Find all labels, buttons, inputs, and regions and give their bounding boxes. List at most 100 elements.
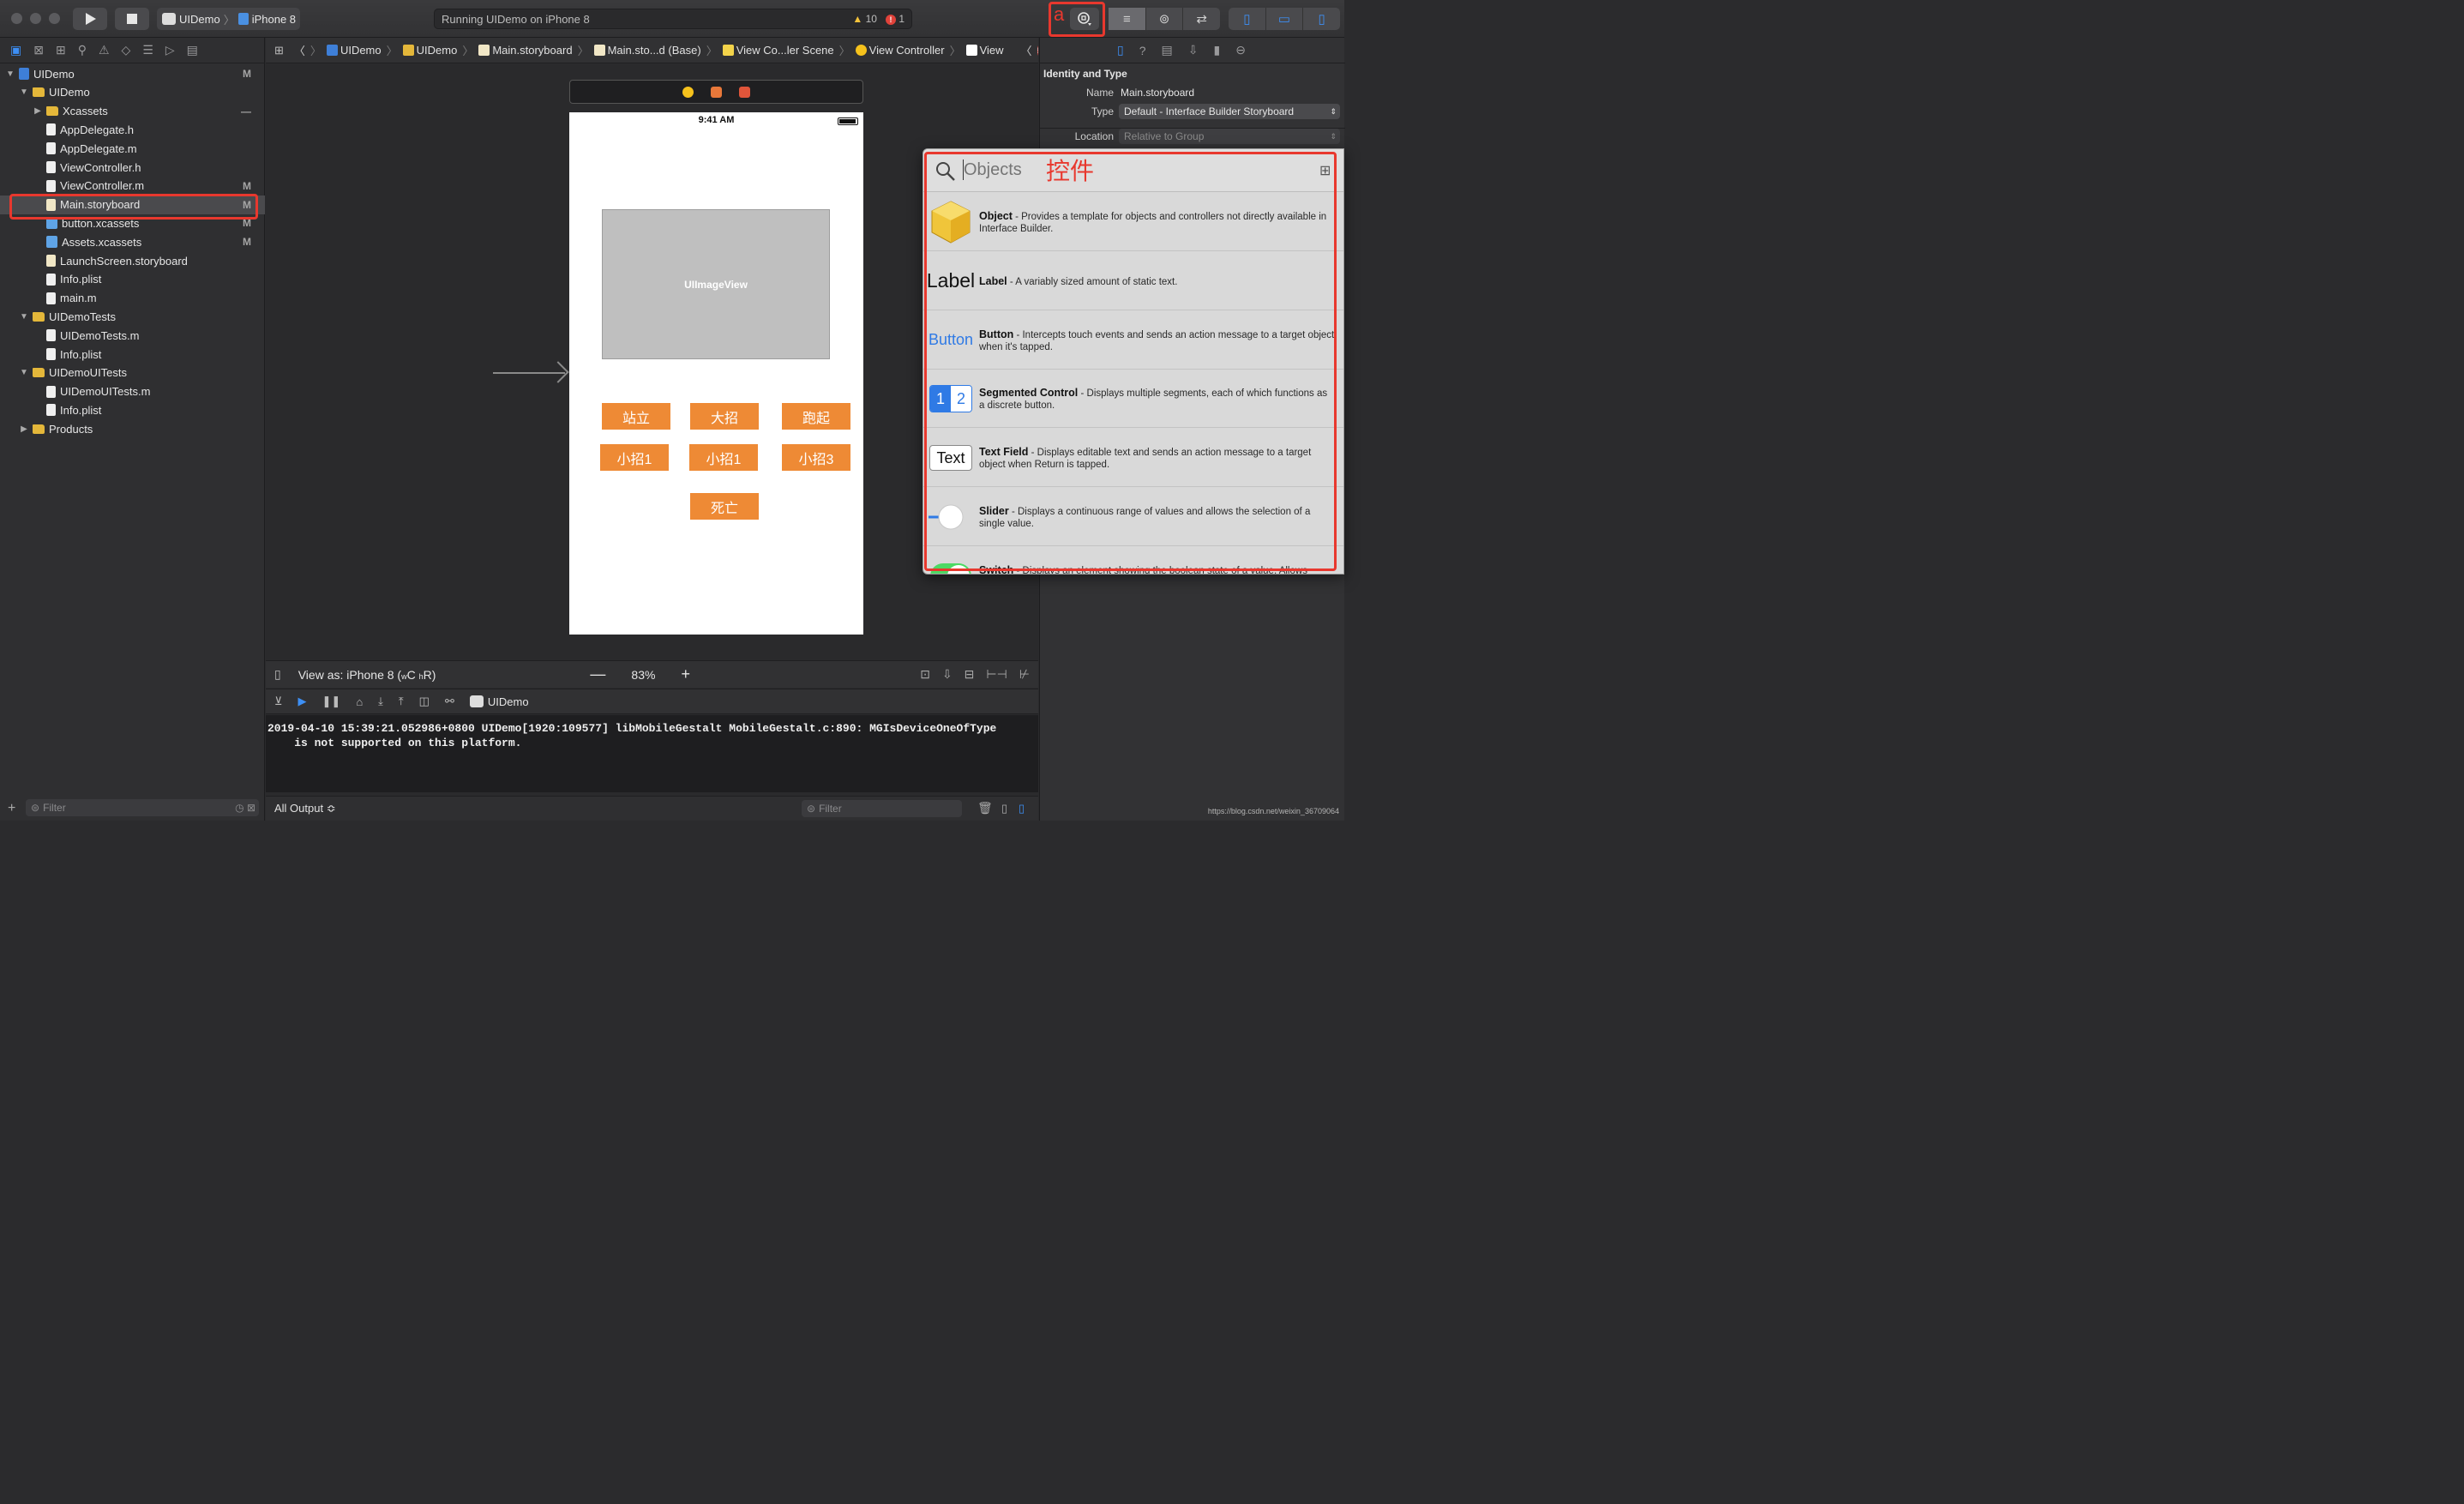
view-debugger-icon[interactable]: ◫ bbox=[419, 695, 430, 708]
toggle-navigator-button[interactable]: ▯ bbox=[1229, 8, 1266, 30]
file-tree-row[interactable]: AppDelegate.h bbox=[0, 120, 265, 139]
debug-tab-icon[interactable]: ☰ bbox=[142, 43, 153, 57]
close-window-button[interactable] bbox=[11, 13, 22, 24]
add-icon[interactable]: + bbox=[8, 801, 15, 816]
file-tree-row[interactable]: ▶ Products bbox=[0, 419, 265, 438]
split-left-icon[interactable]: ▯ bbox=[1001, 802, 1007, 815]
library-item[interactable]: Switch - Displays an element showing the… bbox=[923, 547, 1343, 574]
add-constraints-icon[interactable]: ⊢⊣ bbox=[986, 667, 1007, 682]
file-tree-row[interactable]: AppDelegate.m bbox=[0, 139, 265, 158]
breakpoint-tab-icon[interactable]: ▷ bbox=[165, 43, 175, 57]
disclosure-expanded-icon[interactable]: ▼ bbox=[19, 368, 29, 377]
forward-button[interactable]: 〉 bbox=[310, 42, 322, 58]
issue-tab-icon[interactable]: ⚠ bbox=[99, 43, 110, 57]
step-into-icon[interactable]: ⤓ bbox=[378, 695, 383, 708]
small-skill-2-button[interactable]: 小招1 bbox=[689, 444, 758, 471]
file-tree-row[interactable]: ▶ Xcassets — bbox=[0, 102, 265, 121]
jump-item-group[interactable]: UIDemo bbox=[402, 44, 457, 57]
jump-item-project[interactable]: UIDemo bbox=[326, 44, 382, 57]
file-tree-row[interactable]: UIDemoTests.m bbox=[0, 326, 265, 345]
name-value[interactable]: Main.storyboard bbox=[1121, 87, 1194, 99]
minimize-window-button[interactable] bbox=[30, 13, 41, 24]
attributes-inspector-icon[interactable]: ⇩ bbox=[1188, 43, 1199, 57]
disclosure-collapsed-icon[interactable]: ▶ bbox=[19, 424, 29, 434]
run-button[interactable]: 跑起 bbox=[782, 403, 850, 430]
death-button[interactable]: 死亡 bbox=[690, 493, 759, 520]
stand-button[interactable]: 站立 bbox=[602, 403, 670, 430]
jump-item-view[interactable]: View bbox=[965, 44, 1004, 57]
zoom-out-button[interactable]: — bbox=[590, 665, 605, 683]
library-item[interactable]: Slider - Displays a continuous range of … bbox=[923, 488, 1343, 546]
identity-inspector-icon[interactable]: ▤ bbox=[1162, 43, 1173, 57]
step-over-icon[interactable]: ⌂ bbox=[356, 695, 363, 708]
file-tree-row[interactable]: ▼ UIDemo bbox=[0, 83, 265, 102]
assistant-editor-button[interactable]: ⊚ bbox=[1146, 8, 1184, 30]
grid-view-icon[interactable]: ⊞ bbox=[1319, 162, 1331, 179]
library-search-input[interactable] bbox=[964, 159, 1041, 181]
library-item[interactable]: Object - Provides a template for objects… bbox=[923, 193, 1343, 251]
update-frames-icon[interactable]: ⊡ bbox=[920, 667, 930, 682]
file-tree-row[interactable]: ▼ UIDemoUITests bbox=[0, 364, 265, 382]
split-right-icon[interactable]: ▯ bbox=[1019, 802, 1025, 815]
folder-tab-icon[interactable]: ▣ bbox=[10, 43, 21, 57]
jump-item-scene[interactable]: View Co...ler Scene bbox=[722, 44, 834, 57]
type-popup[interactable]: Default - Interface Builder Storyboard ⇕ bbox=[1119, 104, 1340, 119]
memory-graph-icon[interactable]: ⚯ bbox=[445, 695, 454, 708]
file-tree-row[interactable]: Info.plist bbox=[0, 270, 265, 289]
scheme-selector[interactable]: UIDemo 〉 iPhone 8 bbox=[157, 8, 300, 30]
image-view[interactable]: UIImageView bbox=[602, 209, 830, 359]
exit-icon[interactable] bbox=[739, 86, 750, 98]
connections-inspector-icon[interactable]: ⊖ bbox=[1235, 43, 1246, 57]
library-item[interactable]: Label Label - A variably sized amount of … bbox=[923, 252, 1343, 310]
location-popup[interactable]: Relative to Group ⇕ bbox=[1119, 129, 1340, 144]
recent-files-icon[interactable]: ◷ ⊠ bbox=[235, 802, 255, 814]
file-tree-row[interactable]: main.m bbox=[0, 289, 265, 308]
zoom-in-button[interactable]: + bbox=[681, 665, 690, 683]
jump-item-controller[interactable]: View Controller bbox=[855, 44, 945, 57]
file-tree-row[interactable]: Assets.xcassets M bbox=[0, 232, 265, 251]
source-control-tab-icon[interactable]: ⊠ bbox=[33, 43, 44, 57]
align-icon[interactable]: ⊟ bbox=[965, 667, 975, 682]
file-tree-row[interactable]: Info.plist bbox=[0, 345, 265, 364]
warning-indicator[interactable]: ▲ 10 bbox=[852, 13, 877, 25]
file-tree-row[interactable]: ▼ UIDemoTests bbox=[0, 307, 265, 326]
file-tree-row[interactable]: ViewController.m M bbox=[0, 177, 265, 196]
stop-button[interactable] bbox=[115, 8, 149, 30]
hide-debug-area-icon[interactable]: ⊻ bbox=[274, 695, 283, 708]
toggle-debug-button[interactable]: ▭ bbox=[1266, 8, 1304, 30]
file-tree-row[interactable]: Info.plist bbox=[0, 400, 265, 419]
library-button[interactable] bbox=[1070, 8, 1099, 30]
file-tree-row[interactable]: UIDemoUITests.m bbox=[0, 382, 265, 401]
disclosure-expanded-icon[interactable]: ▼ bbox=[19, 87, 29, 97]
ultimate-button[interactable]: 大招 bbox=[690, 403, 759, 430]
embed-in-icon[interactable]: ⇩ bbox=[942, 667, 953, 682]
report-tab-icon[interactable]: ▤ bbox=[187, 43, 198, 57]
size-inspector-icon[interactable]: ▮ bbox=[1213, 43, 1220, 57]
iphone-view[interactable]: 9:41 AM UIImageView 站立 大招 跑起 小招1 小招1 小招3… bbox=[569, 112, 863, 635]
disclosure-expanded-icon[interactable]: ▼ bbox=[19, 312, 29, 322]
file-inspector-icon[interactable]: ▯ bbox=[1117, 43, 1124, 57]
view-as-control[interactable]: View as: iPhone 8 (wC hR) bbox=[298, 668, 436, 682]
file-tree-row[interactable]: LaunchScreen.storyboard bbox=[0, 251, 265, 270]
console-filter-field[interactable]: ⊜ Filter bbox=[802, 800, 962, 817]
error-indicator[interactable]: ! 1 bbox=[885, 13, 904, 25]
grid-icon[interactable]: ⊞ bbox=[274, 44, 284, 57]
first-responder-icon[interactable] bbox=[711, 86, 722, 98]
symbol-tab-icon[interactable]: ⊞ bbox=[56, 43, 66, 57]
find-tab-icon[interactable]: ⚲ bbox=[78, 43, 87, 57]
toggle-inspector-button[interactable]: ▯ bbox=[1303, 8, 1340, 30]
initial-view-controller-arrow[interactable] bbox=[493, 372, 565, 374]
output-selector[interactable]: All Output ≎ bbox=[274, 802, 336, 815]
version-editor-button[interactable]: ⇄ bbox=[1183, 8, 1220, 30]
disclosure-collapsed-icon[interactable]: ▶ bbox=[33, 106, 43, 116]
help-inspector-icon[interactable]: ? bbox=[1139, 44, 1146, 57]
step-out-icon[interactable]: ⤒ bbox=[399, 695, 404, 708]
run-button[interactable] bbox=[73, 8, 107, 30]
issue-prev-button[interactable]: 〈 bbox=[1021, 42, 1032, 58]
small-skill-3-button[interactable]: 小招3 bbox=[782, 444, 850, 471]
resolve-issues-icon[interactable]: ⊬ bbox=[1019, 667, 1030, 682]
document-outline-toggle-icon[interactable]: ▯ bbox=[274, 667, 281, 682]
library-item[interactable]: Text Text Field - Displays editable text … bbox=[923, 429, 1343, 488]
test-tab-icon[interactable]: ◇ bbox=[122, 43, 131, 57]
file-tree-row[interactable]: ▼ UIDemo M bbox=[0, 64, 265, 83]
